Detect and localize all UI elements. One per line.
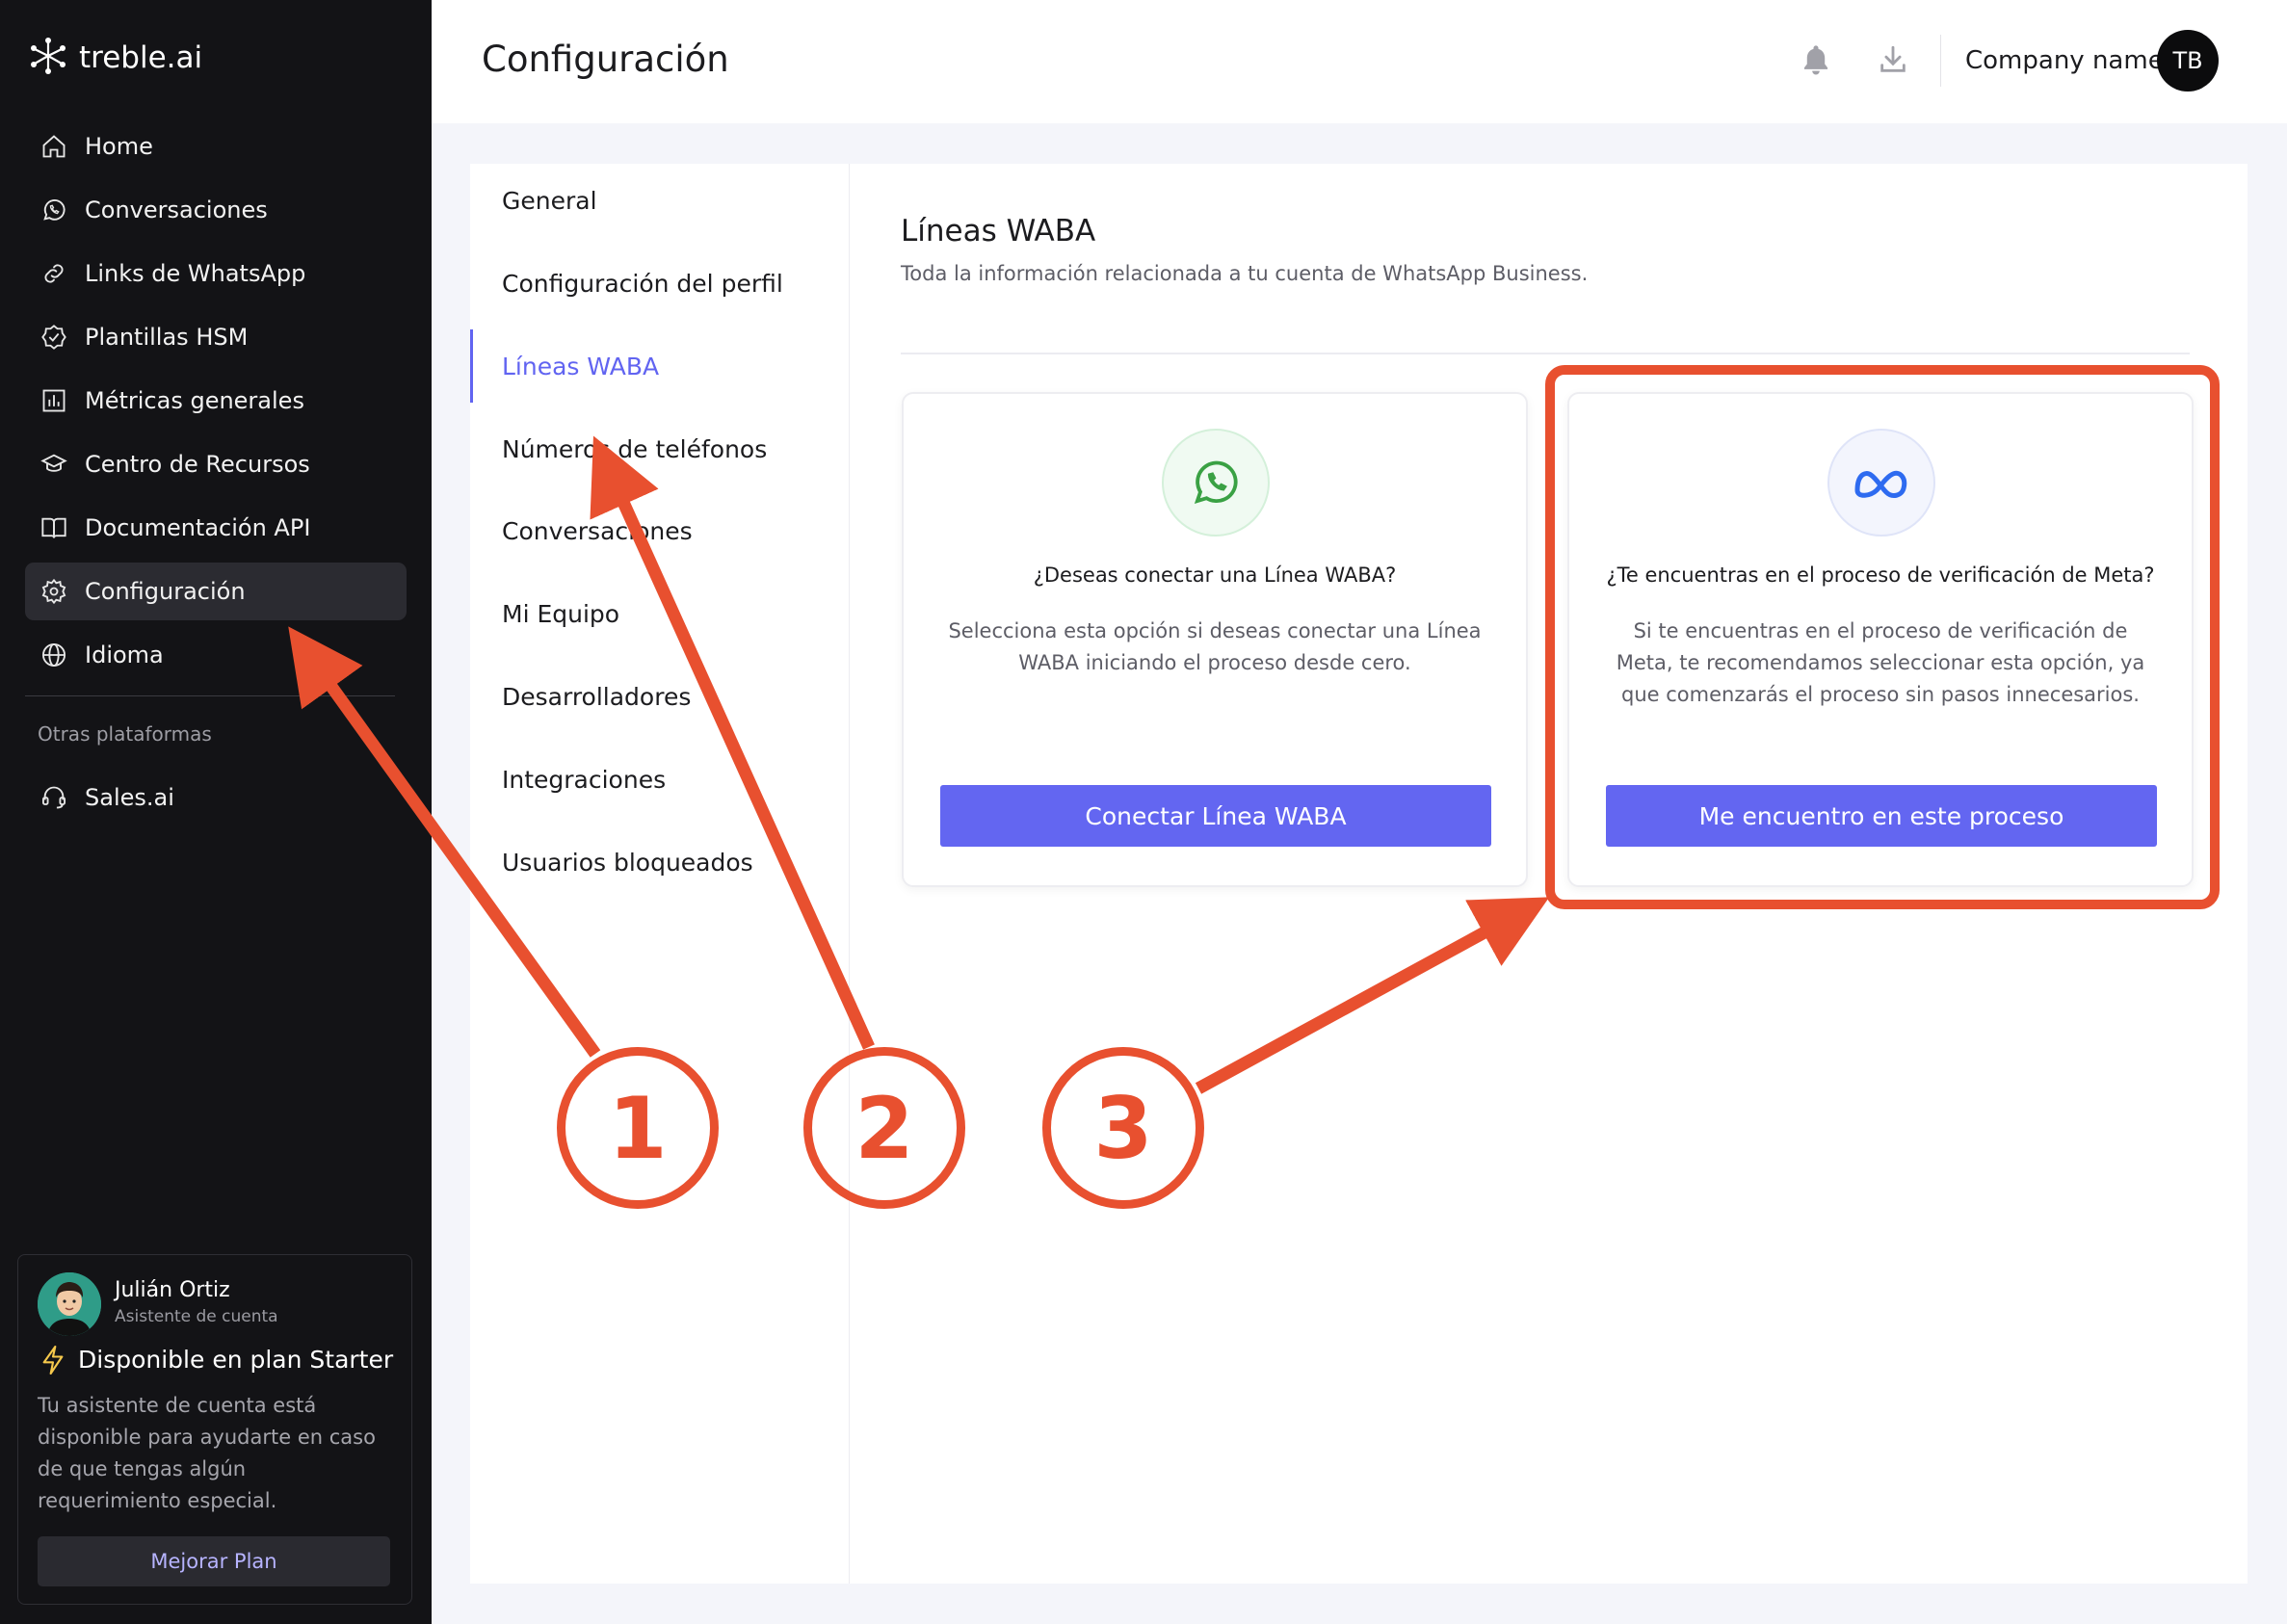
- sidebar-item-links-whatsapp[interactable]: Links de WhatsApp: [25, 245, 407, 302]
- sidebar-item-label: Configuración: [85, 578, 246, 605]
- assistant-avatar: [38, 1272, 101, 1336]
- subnav-item-usuarios-bloqueados[interactable]: Usuarios bloqueados: [502, 849, 753, 877]
- section-subtitle: Toda la información relacionada a tu cue…: [901, 262, 1589, 285]
- sidebar-item-label: Centro de Recursos: [85, 451, 310, 478]
- meta-verification-card: ¿Te encuentras en el proceso de verifica…: [1567, 392, 2194, 887]
- assistant-description: Tu asistente de cuenta está disponible p…: [38, 1394, 376, 1512]
- sidebar-nav: Home Conversaciones Links de WhatsApp Pl…: [25, 118, 407, 690]
- subnav-item-lineas-waba[interactable]: Líneas WABA: [502, 353, 659, 380]
- sidebar-item-documentacion-api[interactable]: Documentación API: [25, 499, 407, 557]
- sidebar-divider: [25, 695, 395, 696]
- section-title: Líneas WABA: [901, 214, 1096, 249]
- header-divider: [1940, 35, 1941, 87]
- badge-check-icon: [39, 322, 69, 353]
- page-title: Configuración: [482, 39, 729, 80]
- company-avatar[interactable]: TB: [2157, 30, 2219, 92]
- link-icon: [39, 258, 69, 289]
- card-description: Si te encuentras en el proceso de verifi…: [1616, 619, 2145, 706]
- subnav-item-numeros-telefonos[interactable]: Números de teléfonos: [502, 435, 767, 463]
- logo[interactable]: treble.ai: [29, 37, 202, 79]
- sidebar-item-home[interactable]: Home: [25, 118, 407, 175]
- subnav-item-configuracion-perfil[interactable]: Configuración del perfil: [502, 270, 783, 298]
- settings-panel: General Configuración del perfil Líneas …: [470, 164, 2248, 1584]
- sidebar-item-label: Links de WhatsApp: [85, 260, 306, 287]
- sidebar: treble.ai Home Conversaciones Links de W…: [0, 0, 432, 1624]
- sidebar-item-label: Conversaciones: [85, 196, 268, 223]
- bar-chart-icon: [39, 385, 69, 416]
- section-divider: [901, 353, 2190, 354]
- bell-icon[interactable]: [1800, 42, 1832, 83]
- sidebar-item-plantillas-hsm[interactable]: Plantillas HSM: [25, 308, 407, 366]
- subnav-active-indicator: [470, 329, 473, 403]
- connect-waba-button[interactable]: Conectar Línea WABA: [940, 785, 1491, 847]
- account-assistant-card: Julián Ortiz Asistente de cuenta Disponi…: [17, 1254, 412, 1605]
- whatsapp-icon: [39, 195, 69, 225]
- assistant-role: Asistente de cuenta: [115, 1307, 278, 1326]
- top-header: Configuración Company name TB: [432, 0, 2287, 123]
- assistant-name: Julián Ortiz: [115, 1278, 230, 1302]
- home-icon: [39, 131, 69, 162]
- other-platforms-title: Otras plataformas: [38, 722, 212, 746]
- sidebar-item-metricas[interactable]: Métricas generales: [25, 372, 407, 430]
- subnav-item-conversaciones[interactable]: Conversaciones: [502, 517, 693, 545]
- logo-text: treble.ai: [79, 40, 203, 75]
- lightning-icon: [39, 1344, 66, 1380]
- sidebar-item-label: Sales.ai: [85, 784, 174, 811]
- sidebar-item-conversaciones[interactable]: Conversaciones: [25, 181, 407, 239]
- other-platforms-list: Sales.ai: [25, 769, 407, 832]
- subnav-item-integraciones[interactable]: Integraciones: [502, 766, 666, 794]
- sidebar-item-label: Documentación API: [85, 514, 311, 541]
- subnav-item-desarrolladores[interactable]: Desarrolladores: [502, 683, 691, 711]
- plan-title: Disponible en plan Starter: [78, 1346, 394, 1374]
- download-icon[interactable]: [1877, 42, 1909, 81]
- meta-icon: [1827, 429, 1935, 537]
- upgrade-plan-button[interactable]: Mejorar Plan: [38, 1536, 390, 1586]
- subnav-item-general[interactable]: General: [502, 187, 597, 215]
- sidebar-item-label: Métricas generales: [85, 387, 304, 414]
- graduation-cap-icon: [39, 449, 69, 480]
- treble-logo-icon: [29, 37, 67, 79]
- sidebar-item-label: Idioma: [85, 642, 164, 668]
- in-verification-process-button[interactable]: Me encuentro en este proceso: [1606, 785, 2157, 847]
- company-name[interactable]: Company name: [1965, 46, 2164, 75]
- gear-icon: [39, 576, 69, 607]
- sidebar-item-configuracion[interactable]: Configuración: [25, 563, 407, 620]
- card-question: ¿Te encuentras en el proceso de verifica…: [1606, 563, 2155, 587]
- subnav-item-mi-equipo[interactable]: Mi Equipo: [502, 600, 619, 628]
- sidebar-item-centro-recursos[interactable]: Centro de Recursos: [25, 435, 407, 493]
- headset-icon: [39, 782, 69, 813]
- book-icon: [39, 512, 69, 543]
- whatsapp-icon: [1162, 429, 1270, 537]
- settings-subnav: General Configuración del perfil Líneas …: [470, 164, 850, 1584]
- sidebar-item-idioma[interactable]: Idioma: [25, 626, 407, 684]
- sidebar-item-label: Plantillas HSM: [85, 324, 249, 351]
- card-question: ¿Deseas conectar una Línea WABA?: [1033, 563, 1397, 587]
- sidebar-item-label: Home: [85, 133, 153, 160]
- connect-waba-card: ¿Deseas conectar una Línea WABA? Selecci…: [902, 392, 1528, 887]
- globe-icon: [39, 640, 69, 670]
- sidebar-item-sales-ai[interactable]: Sales.ai: [25, 769, 407, 826]
- card-description: Selecciona esta opción si deseas conecta…: [948, 619, 1482, 674]
